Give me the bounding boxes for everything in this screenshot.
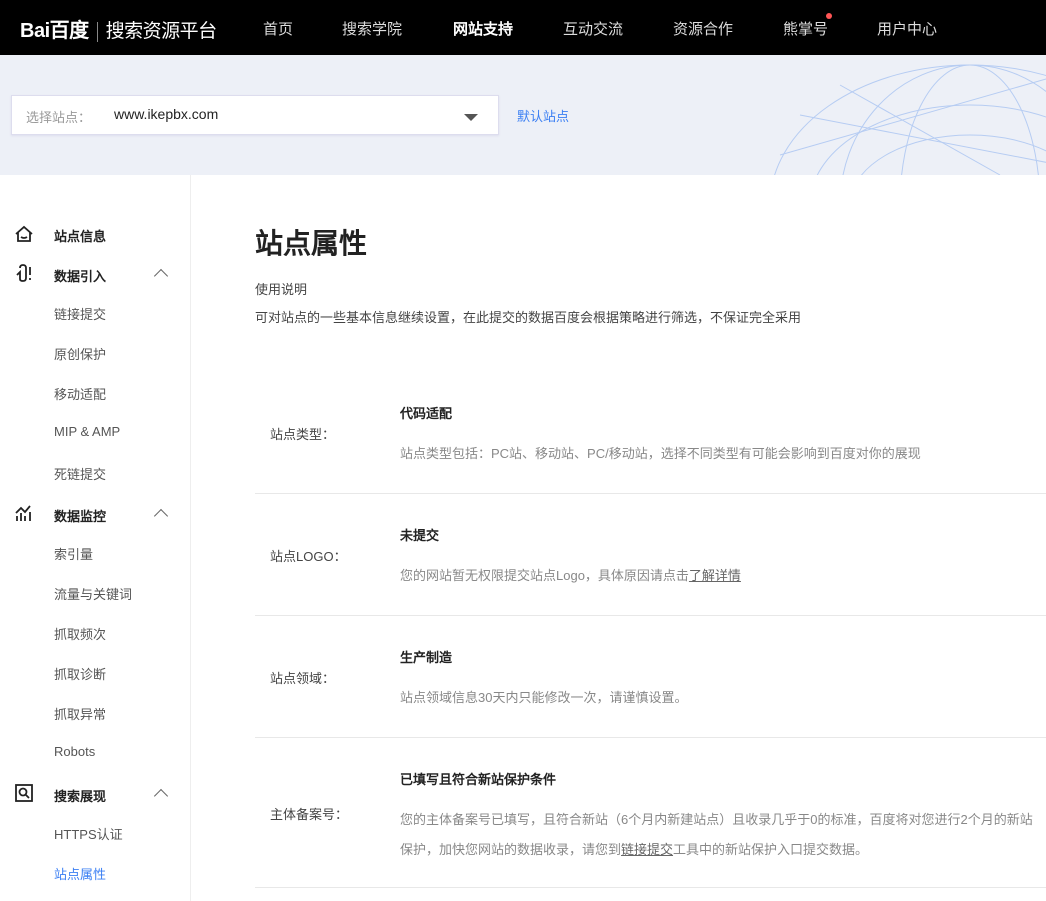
- top-nav-bar: Bai百度搜索资源平台 首页 搜索学院 网站支持 互动交流 资源合作 熊掌号 用…: [0, 0, 1046, 55]
- row-site-domain: 站点领域： 生产制造 站点领域信息30天内只能修改一次，请谨慎设置。: [255, 616, 1046, 738]
- sidebar-item-crawl-diag[interactable]: 抓取诊断: [54, 664, 106, 683]
- sidebar-item-traffic[interactable]: 流量与关键词: [54, 584, 132, 603]
- page-title: 站点属性: [255, 222, 367, 262]
- usage-text: 可对站点的一些基本信息继续设置，在此提交的数据百度会根据策略进行筛选，不保证完全…: [255, 307, 801, 326]
- caret-down-icon: [464, 114, 478, 121]
- globe-graphic: [740, 55, 1046, 175]
- home-icon: [14, 224, 34, 244]
- row-site-type: 站点类型： 代码适配 站点类型包括：PC站、移动站、PC/移动站，选择不同类型有…: [255, 372, 1046, 494]
- baidu-logo[interactable]: Bai百度搜索资源平台: [20, 14, 217, 43]
- learn-more-link[interactable]: 了解详情: [689, 568, 741, 583]
- data-import-icon: [14, 263, 34, 283]
- sidebar-item-https[interactable]: HTTPS认证: [54, 824, 123, 843]
- row-desc: 您的网站暂无权限提交站点Logo，具体原因请点击了解详情: [400, 561, 1045, 591]
- sidebar-item-index[interactable]: 索引量: [54, 544, 93, 563]
- sidebar-group-data-monitor[interactable]: 数据监控: [54, 506, 106, 525]
- default-site-link[interactable]: 默认站点: [517, 106, 569, 125]
- notification-dot: [826, 13, 832, 19]
- nav-academy[interactable]: 搜索学院: [342, 18, 402, 39]
- sidebar-item-mobile-adapt[interactable]: 移动适配: [54, 384, 106, 403]
- search-display-icon: [14, 783, 34, 803]
- sidebar-item-dead-link[interactable]: 死链提交: [54, 464, 106, 483]
- row-site-logo: 站点LOGO： 未提交 您的网站暂无权限提交站点Logo，具体原因请点击了解详情: [255, 494, 1046, 616]
- platform-name: 搜索资源平台: [106, 21, 217, 42]
- row-desc: 站点类型包括：PC站、移动站、PC/移动站，选择不同类型有可能会影响到百度对你的…: [400, 439, 1045, 469]
- nav-site-support[interactable]: 网站支持: [453, 18, 513, 39]
- nav-resources[interactable]: 资源合作: [673, 18, 733, 39]
- row-icp-number: 主体备案号： 已填写且符合新站保护条件 您的主体备案号已填写，且符合新站（6个月…: [255, 738, 1046, 888]
- row-label: 站点类型：: [270, 424, 335, 443]
- nav-xiongzhang[interactable]: 熊掌号: [783, 18, 828, 39]
- site-select-label: 选择站点：: [26, 107, 91, 126]
- desc-text: 您的网站暂无权限提交站点Logo，具体原因请点击: [400, 568, 689, 583]
- logo-text: Bai百度: [20, 20, 89, 42]
- site-select-dropdown[interactable]: 选择站点： www.ikepbx.com: [11, 95, 499, 135]
- nav-user-center[interactable]: 用户中心: [877, 18, 937, 39]
- row-value: 未提交: [400, 525, 439, 544]
- sidebar-item-crawl-error[interactable]: 抓取异常: [54, 704, 106, 723]
- desc-text-after: 工具中的新站保护入口提交数据。: [673, 842, 868, 857]
- chart-icon: [14, 503, 34, 523]
- link-submit-link[interactable]: 链接提交: [621, 842, 673, 857]
- sidebar-group-data-import[interactable]: 数据引入: [54, 266, 106, 285]
- row-value[interactable]: 代码适配: [400, 403, 452, 422]
- row-label: 站点LOGO：: [270, 546, 347, 565]
- sidebar-item-mip-amp[interactable]: MIP & AMP: [54, 424, 120, 439]
- sidebar-item-site-properties[interactable]: 站点属性: [54, 864, 106, 883]
- sidebar-group-search-display[interactable]: 搜索展现: [54, 786, 106, 805]
- row-desc: 您的主体备案号已填写，且符合新站（6个月内新建站点）且收录几乎于0的标准，百度将…: [400, 805, 1045, 865]
- row-label: 站点领域：: [270, 668, 335, 687]
- divider: [97, 22, 98, 42]
- row-desc: 站点领域信息30天内只能修改一次，请谨慎设置。: [400, 683, 1045, 713]
- nav-interaction[interactable]: 互动交流: [563, 18, 623, 39]
- chevron-up-icon[interactable]: [154, 509, 168, 523]
- site-select-value: www.ikepbx.com: [114, 106, 218, 122]
- usage-title: 使用说明: [255, 279, 307, 298]
- site-banner: 选择站点： www.ikepbx.com 默认站点: [0, 55, 1046, 175]
- sidebar-item-link-submit[interactable]: 链接提交: [54, 304, 106, 323]
- sidebar-item-robots[interactable]: Robots: [54, 744, 95, 759]
- sidebar-item-site-info[interactable]: 站点信息: [54, 226, 106, 245]
- chevron-up-icon[interactable]: [154, 269, 168, 283]
- chevron-up-icon[interactable]: [154, 789, 168, 803]
- sidebar-item-crawl-freq[interactable]: 抓取频次: [54, 624, 106, 643]
- sidebar: 站点信息 数据引入 链接提交 原创保护 移动适配 MIP & AMP 死链提交 …: [0, 175, 191, 901]
- row-value[interactable]: 生产制造: [400, 647, 452, 666]
- sidebar-item-original-protect[interactable]: 原创保护: [54, 344, 106, 363]
- row-value: 已填写且符合新站保护条件: [400, 769, 556, 788]
- nav-home[interactable]: 首页: [263, 18, 293, 39]
- row-label: 主体备案号：: [270, 804, 348, 823]
